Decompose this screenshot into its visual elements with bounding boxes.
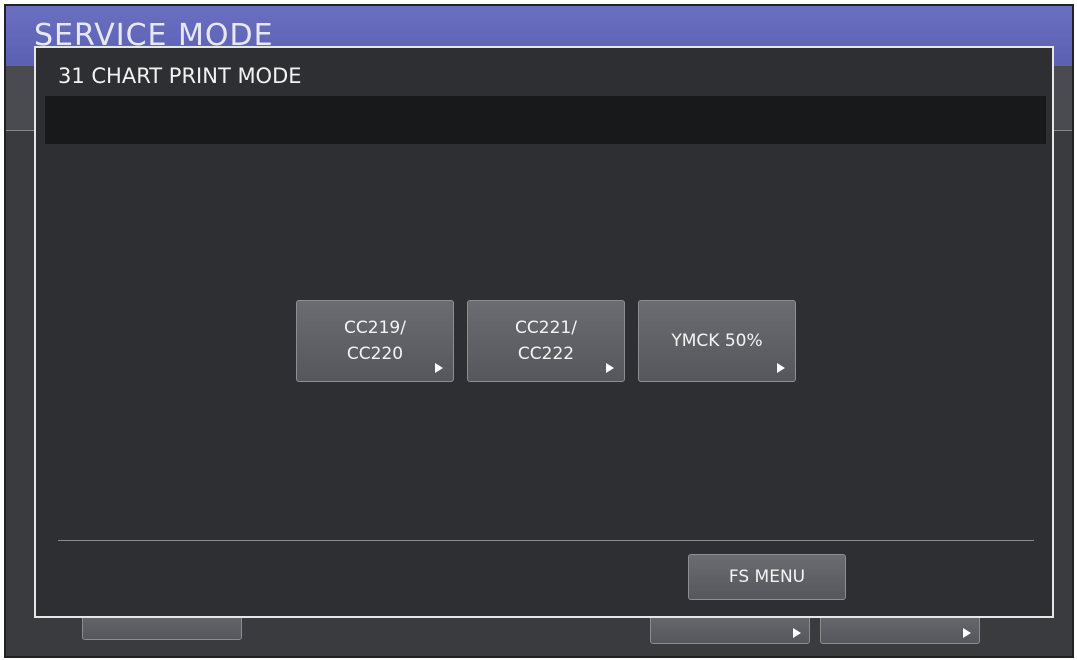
button-label-line2: CC220 — [346, 344, 404, 364]
arrow-right-icon — [606, 363, 614, 373]
arrow-right-icon — [435, 363, 443, 373]
button-label-line1: CC219/ — [344, 318, 406, 338]
fs-menu-label: FS MENU — [728, 567, 806, 587]
divider — [58, 540, 1034, 541]
chart-print-mode-dialog: 31 CHART PRINT MODE CC219/ CC220 CC221/ … — [34, 46, 1054, 618]
button-label-line2: CC222 — [517, 344, 575, 364]
ymck-50-button[interactable]: YMCK 50% — [638, 300, 796, 382]
arrow-right-icon — [777, 363, 785, 373]
cc219-cc220-button[interactable]: CC219/ CC220 — [296, 300, 454, 382]
button-label-line1: CC221/ — [515, 318, 577, 338]
arrow-right-icon — [963, 628, 971, 638]
button-label: YMCK 50% — [671, 331, 763, 351]
dialog-title: 31 CHART PRINT MODE — [58, 64, 302, 88]
fs-menu-button[interactable]: FS MENU — [688, 554, 846, 600]
arrow-right-icon — [793, 628, 801, 638]
message-bar — [45, 96, 1046, 144]
cc221-cc222-button[interactable]: CC221/ CC222 — [467, 300, 625, 382]
